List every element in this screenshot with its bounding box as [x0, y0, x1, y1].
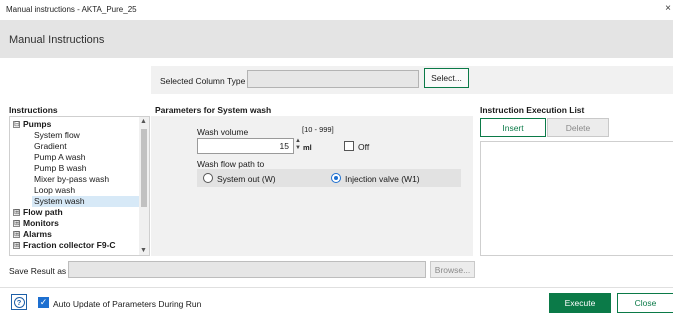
- scrollbar-thumb[interactable]: [141, 129, 147, 207]
- tree-item-label: System flow: [34, 130, 80, 140]
- execution-list-title: Instruction Execution List: [480, 105, 585, 115]
- tree-item-label: Loop wash: [34, 185, 76, 195]
- tree-item-label: Pump B wash: [34, 163, 87, 173]
- header-bar: Manual Instructions: [0, 20, 673, 58]
- browse-button: Browse...: [430, 261, 475, 278]
- tree-item-loop-wash[interactable]: Loop wash: [34, 185, 75, 196]
- expand-icon[interactable]: ⊞: [13, 231, 20, 239]
- auto-update-label: Auto Update of Parameters During Run: [53, 299, 202, 309]
- flow-path-radio-group: System out (W) Injection valve (W1): [197, 169, 461, 187]
- tree-item-pump-a-wash[interactable]: Pump A wash: [34, 152, 86, 163]
- off-checkbox[interactable]: [344, 141, 354, 151]
- tree-group-monitors[interactable]: ⊞ Monitors: [13, 218, 59, 229]
- parameters-panel: Wash volume [10 - 999] 15 ▲ ▼ ml Off Wash…: [151, 116, 473, 256]
- tree-item-label: Alarms: [23, 229, 52, 239]
- tree-item-label: Mixer by-pass wash: [34, 174, 110, 184]
- help-icon: ?: [13, 296, 25, 308]
- column-type-panel: Selected Column Type Select...: [151, 66, 673, 94]
- tree-item-label: System wash: [34, 196, 85, 206]
- instructions-title: Instructions: [9, 105, 58, 115]
- tree-item-label: Pump A wash: [34, 152, 86, 162]
- tree-item-gradient[interactable]: Gradient: [34, 141, 67, 152]
- wash-volume-range: [10 - 999]: [302, 125, 334, 134]
- save-result-field: [68, 261, 426, 278]
- off-label: Off: [358, 142, 370, 152]
- tree-group-flow-path[interactable]: ⊞ Flow path: [13, 207, 63, 218]
- wash-volume-unit: ml: [303, 143, 312, 152]
- tree-scrollbar[interactable]: ▲ ▼: [139, 117, 149, 255]
- select-column-button[interactable]: Select...: [424, 68, 469, 88]
- tree-item-pump-b-wash[interactable]: Pump B wash: [34, 163, 86, 174]
- scroll-down-icon[interactable]: ▼: [140, 247, 147, 254]
- delete-button: Delete: [547, 118, 609, 137]
- column-type-label: Selected Column Type: [160, 76, 246, 86]
- auto-update-checkbox[interactable]: ✓: [38, 297, 49, 308]
- footer-divider: [0, 287, 673, 288]
- help-button[interactable]: ?: [11, 294, 27, 310]
- close-button[interactable]: Close: [617, 293, 673, 313]
- collapse-icon[interactable]: ⊟: [13, 121, 20, 129]
- spinner-icon[interactable]: ▲ ▼: [295, 138, 301, 154]
- tree-item-label: Monitors: [23, 218, 59, 228]
- execution-list[interactable]: [480, 141, 673, 256]
- tree-item-system-flow[interactable]: System flow: [34, 130, 80, 141]
- wash-volume-input[interactable]: 15: [197, 138, 294, 154]
- insert-button[interactable]: Insert: [480, 118, 546, 137]
- tree-item-system-wash[interactable]: System wash: [32, 196, 139, 207]
- save-result-label: Save Result as: [9, 266, 67, 276]
- execute-button[interactable]: Execute: [549, 293, 611, 313]
- instruction-tree[interactable]: ⊟ Pumps System flow Gradient Pump A wash …: [9, 116, 150, 256]
- tree-group-alarms[interactable]: ⊞ Alarms: [13, 229, 52, 240]
- wash-volume-label: Wash volume: [197, 127, 249, 137]
- tree-item-label: Flow path: [23, 207, 63, 217]
- tree-item-label: Gradient: [34, 141, 67, 151]
- close-icon[interactable]: ×: [665, 3, 671, 14]
- radio-injection-valve[interactable]: [331, 173, 341, 183]
- parameters-title: Parameters for System wash: [155, 105, 272, 115]
- expand-icon[interactable]: ⊞: [13, 242, 20, 250]
- expand-icon[interactable]: ⊞: [13, 209, 20, 217]
- radio-system-out-label: System out (W): [217, 174, 276, 184]
- tree-group-fraction-collector[interactable]: ⊞ Fraction collector F9-C: [13, 240, 116, 251]
- tree-group-pumps[interactable]: ⊟ Pumps: [13, 119, 51, 130]
- scroll-up-icon[interactable]: ▲: [140, 118, 147, 125]
- radio-system-out[interactable]: [203, 173, 213, 183]
- expand-icon[interactable]: ⊞: [13, 220, 20, 228]
- tree-item-label: Fraction collector F9-C: [23, 240, 116, 250]
- column-type-field: [247, 70, 419, 88]
- tree-item-label: Pumps: [23, 119, 52, 129]
- radio-injection-valve-label: Injection valve (W1): [345, 174, 420, 184]
- tree-item-mixer-bypass-wash[interactable]: Mixer by-pass wash: [34, 174, 109, 185]
- window-titlebar: Manual instructions - AKTA_Pure_25 ×: [0, 0, 673, 20]
- page-title: Manual Instructions: [9, 34, 105, 46]
- window-title: Manual instructions - AKTA_Pure_25: [6, 5, 137, 14]
- wash-flow-path-label: Wash flow path to: [197, 159, 265, 169]
